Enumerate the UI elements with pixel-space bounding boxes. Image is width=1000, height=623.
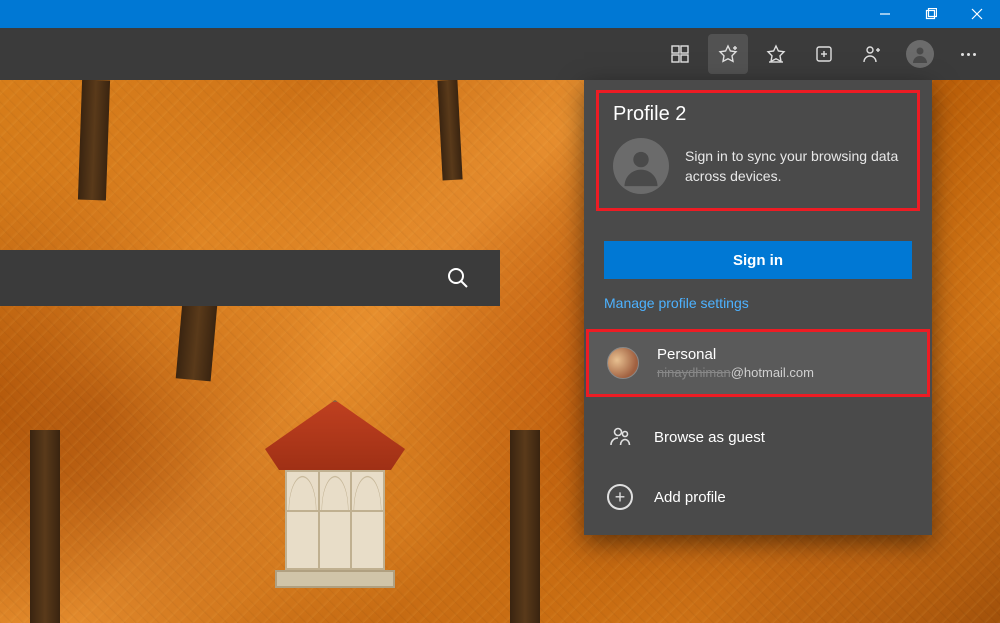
add-icon: + <box>604 481 636 513</box>
profile-item-personal[interactable]: Personal ninaydhiman@hotmail.com <box>589 332 927 394</box>
personal-avatar-icon <box>607 347 639 379</box>
profile-description: Sign in to sync your browsing data acros… <box>685 146 903 187</box>
profile-title: Profile 2 <box>613 103 903 126</box>
guest-label: Browse as guest <box>654 429 765 446</box>
profile-avatar-large <box>613 138 669 194</box>
search-icon <box>446 266 470 290</box>
personal-name: Personal <box>657 346 814 363</box>
browser-toolbar <box>0 28 1000 80</box>
pavilion-graphic <box>265 400 405 600</box>
add-profile-item[interactable]: + Add profile <box>584 467 932 535</box>
highlight-box-personal: Personal ninaydhiman@hotmail.com <box>586 329 930 397</box>
minimize-button[interactable] <box>862 0 908 28</box>
browse-as-guest-item[interactable]: Browse as guest <box>584 407 932 467</box>
close-button[interactable] <box>954 0 1000 28</box>
collections-icon[interactable] <box>804 34 844 74</box>
guest-icon <box>604 421 636 453</box>
sign-in-button[interactable]: Sign in <box>604 241 912 279</box>
manage-profile-link[interactable]: Manage profile settings <box>584 291 932 329</box>
extensions-icon[interactable] <box>660 34 700 74</box>
more-icon[interactable] <box>948 34 988 74</box>
add-favorite-icon[interactable] <box>708 34 748 74</box>
window-titlebar <box>0 0 1000 28</box>
add-label: Add profile <box>654 489 726 506</box>
search-bar[interactable] <box>0 250 500 306</box>
profile-menu: Profile 2 Sign in to sync your browsing … <box>584 80 932 535</box>
maximize-button[interactable] <box>908 0 954 28</box>
favorites-icon[interactable] <box>756 34 796 74</box>
highlight-box-profile: Profile 2 Sign in to sync your browsing … <box>596 90 920 211</box>
profile-avatar-icon[interactable] <box>900 34 940 74</box>
personal-email: ninaydhiman@hotmail.com <box>657 365 814 380</box>
person-icon[interactable] <box>852 34 892 74</box>
